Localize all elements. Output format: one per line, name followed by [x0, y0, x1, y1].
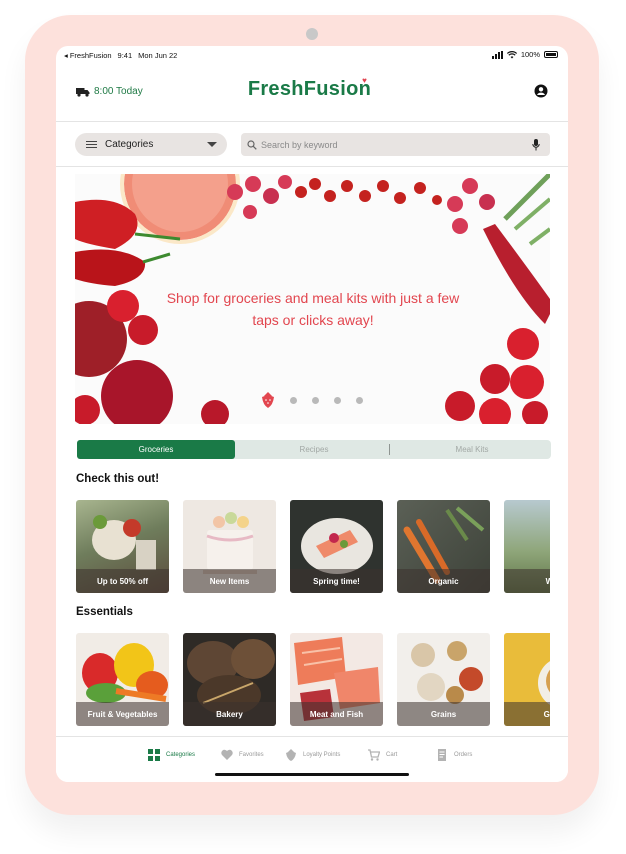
status-date: Mon Jun 22	[138, 51, 178, 60]
strawberry-icon	[286, 749, 296, 761]
search-input[interactable]	[261, 139, 521, 150]
category-card[interactable]: Grains	[397, 633, 490, 726]
tab-recipes[interactable]: Recipes	[235, 440, 393, 459]
promo-card-label: Spring time!	[290, 569, 383, 593]
tabbar-label: Cart	[386, 752, 398, 758]
search-bar	[241, 133, 550, 156]
status-carrier: ◂ FreshFusion	[64, 51, 112, 60]
tabbar-label: Categories	[166, 752, 196, 758]
promo-card-label: New Items	[183, 569, 276, 593]
promo-card-label: Wi	[504, 569, 550, 593]
tab-groceries[interactable]: Groceries	[77, 440, 235, 459]
carousel-dots	[261, 392, 363, 408]
carousel-dot[interactable]	[312, 396, 319, 404]
account-icon[interactable]	[534, 84, 548, 98]
tablet-frame: ◂ FreshFusion 9:41 Mon Jun 22 100% 8:00 …	[25, 15, 599, 815]
tabbar-label: Orders	[454, 752, 473, 758]
signal-icon	[491, 50, 503, 59]
category-card-label: Gra	[504, 702, 550, 726]
category-card-label: Grains	[397, 702, 490, 726]
tabbar-favorites[interactable]: Favorites	[221, 749, 264, 761]
tabbar-orders[interactable]: Orders	[436, 749, 472, 761]
heart-icon	[221, 749, 233, 760]
categories-dropdown[interactable]: Categories	[75, 133, 227, 156]
wifi-icon	[506, 50, 517, 58]
promo-card[interactable]: Organic	[397, 500, 490, 593]
tabbar-loyalty-points[interactable]: Loyalty Points	[285, 749, 340, 761]
receipt-icon	[438, 749, 446, 761]
category-card[interactable]: Fruit & Vegetables	[76, 633, 169, 726]
tabbar-cart[interactable]: Cart	[368, 749, 397, 761]
tabbar-label: Loyalty Points	[303, 752, 341, 758]
carousel-dot[interactable]	[356, 396, 363, 404]
check-this-out-row: Up to 50% off New Items Spring time! Org…	[76, 500, 550, 593]
status-bar: ◂ FreshFusion 9:41 Mon Jun 22 100%	[56, 46, 568, 64]
tab-meal-kits[interactable]: Meal Kits	[393, 440, 551, 459]
brand-name: FreshFusion	[247, 78, 372, 100]
front-camera	[306, 28, 318, 40]
category-card[interactable]: Gra	[504, 633, 550, 726]
carousel-dot[interactable]	[290, 396, 297, 404]
search-row: Categories	[56, 122, 568, 167]
app-header: 8:00 Today FreshFusion♥	[56, 64, 568, 122]
promo-card[interactable]: Spring time!	[290, 500, 383, 593]
category-card[interactable]: Meat and Fish	[290, 633, 383, 726]
promo-card[interactable]: Wi	[504, 500, 550, 593]
chevron-down-icon	[207, 142, 217, 147]
categories-label: Categories	[105, 139, 154, 150]
category-card-label: Bakery	[183, 702, 276, 726]
grid-icon	[148, 749, 160, 761]
carousel-dot[interactable]	[334, 396, 341, 404]
hero-banner[interactable]: Shop for groceries and meal kits with ju…	[75, 174, 550, 424]
category-card-label: Meat and Fish	[290, 702, 383, 726]
search-icon	[247, 139, 257, 150]
tabbar-label: Favorites	[239, 752, 264, 758]
essentials-row: Fruit & Vegetables Bakery Meat and Fish …	[76, 633, 550, 726]
essentials-title: Essentials	[76, 606, 133, 618]
tabbar-categories[interactable]: Categories	[148, 749, 195, 761]
battery-percent: 100%	[520, 50, 540, 59]
status-time: 9:41	[117, 51, 133, 60]
strawberry-active-dot-icon[interactable]	[261, 392, 275, 408]
category-card[interactable]: Bakery	[183, 633, 276, 726]
cart-icon	[368, 749, 380, 761]
battery-icon	[544, 51, 558, 58]
hero-text: Shop for groceries and meal kits with ju…	[166, 290, 460, 328]
microphone-icon[interactable]	[532, 139, 540, 151]
app-screen: ◂ FreshFusion 9:41 Mon Jun 22 100% 8:00 …	[56, 46, 568, 782]
menu-icon	[86, 140, 97, 149]
strawberry-logo-icon: ♥	[362, 76, 368, 85]
section-tabs: Groceries Recipes Meal Kits	[77, 440, 551, 459]
check-this-out-title: Check this out!	[76, 473, 160, 485]
promo-card-label: Organic	[397, 569, 490, 593]
category-card-label: Fruit & Vegetables	[76, 702, 169, 726]
promo-card-label: Up to 50% off	[76, 569, 169, 593]
home-indicator[interactable]	[215, 773, 409, 776]
promo-card[interactable]: Up to 50% off	[76, 500, 169, 593]
promo-card[interactable]: New Items	[183, 500, 276, 593]
brand-logo[interactable]: FreshFusion♥	[56, 76, 568, 101]
tab-divider	[389, 444, 390, 455]
